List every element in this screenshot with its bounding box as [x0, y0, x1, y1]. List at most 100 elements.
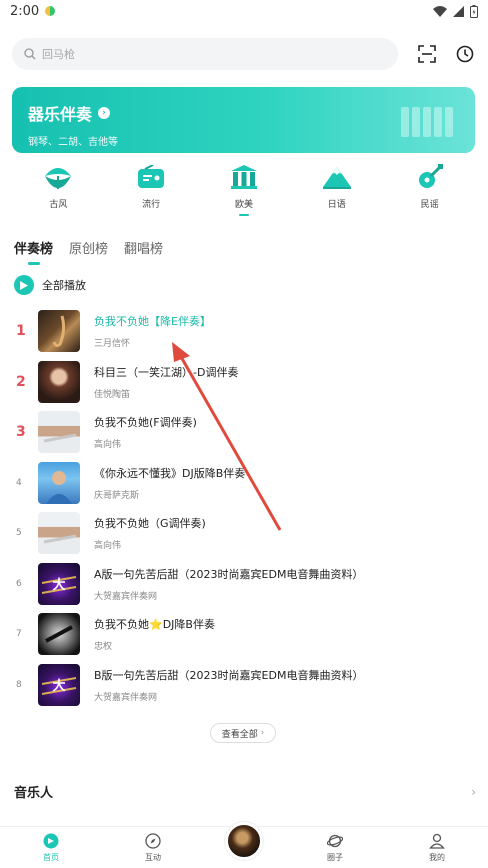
- instrument-banner[interactable]: 器乐伴奏 › 钢琴、二胡、吉他等: [12, 87, 475, 153]
- song-title: 《你永远不懂我》DJ版降B伴奏: [94, 466, 246, 480]
- search-icon: [24, 48, 36, 60]
- category-label: 日语: [327, 200, 346, 210]
- tab-yuanchuang[interactable]: 原创榜: [69, 238, 108, 265]
- song-row[interactable]: 5 负我不负她（G调伴奏) 高向伟: [0, 508, 488, 559]
- building-icon: [229, 163, 259, 191]
- song-cover-image: 大: [38, 562, 80, 605]
- section-title: 音乐人: [14, 786, 54, 801]
- song-row[interactable]: 7 负我不负她⭐DJ降B伴奏 忠权: [0, 609, 488, 660]
- mountain-icon: [322, 163, 352, 191]
- song-rank: 7: [16, 629, 22, 640]
- song-row[interactable]: 8 大 B版一句先苦后甜（2023时尚嘉宾EDM电音舞曲资料） 大贺嘉宾伴奏网: [0, 660, 488, 711]
- search-row: [12, 38, 478, 70]
- nav-label: 互动: [145, 852, 161, 862]
- nav-label: 首页: [43, 852, 59, 862]
- song-artist: 大贺嘉宾伴奏网: [94, 591, 158, 602]
- bottom-nav: 首页 互动 圈子 我的: [0, 821, 488, 868]
- radio-icon: [136, 163, 166, 191]
- nav-home[interactable]: 首页: [21, 833, 81, 863]
- song-row[interactable]: 2 科目三（一笑江湖）-D调伴奏 佳悦陶笛: [0, 357, 488, 408]
- song-info: 《你永远不懂我》DJ版降B伴奏 庆哥萨克斯: [94, 465, 245, 501]
- song-title: A版一句先苦后甜（2023时尚嘉宾EDM电音舞曲资料）: [94, 567, 364, 581]
- nav-label: 我的: [429, 852, 445, 862]
- song-info: A版一句先苦后甜（2023时尚嘉宾EDM电音舞曲资料） 大贺嘉宾伴奏网: [94, 566, 363, 602]
- category-item-riyu[interactable]: 日语: [302, 163, 372, 219]
- category-active-indicator: [238, 214, 249, 216]
- category-label: 欧美: [234, 200, 253, 210]
- song-list: 1 负我不负她【降E伴奏】 三月信怀 2 科目三（一笑江湖）-D调伴奏 佳悦陶笛…: [0, 306, 488, 710]
- banner-subtitle: 钢琴、二胡、吉他等: [28, 137, 118, 148]
- musicians-section-header[interactable]: 音乐人 ›: [14, 782, 476, 802]
- song-artist: 大贺嘉宾伴奏网: [94, 692, 158, 703]
- song-info: B版一句先苦后甜（2023时尚嘉宾EDM电音舞曲资料） 大贺嘉宾伴奏网: [94, 667, 363, 703]
- song-info: 负我不负她⭐DJ降B伴奏 忠权: [94, 616, 215, 652]
- compass-icon: [145, 832, 161, 849]
- song-artist: 高向伟: [94, 440, 122, 451]
- category-item-liuxing[interactable]: 流行: [116, 163, 186, 219]
- battery-icon: [470, 4, 478, 18]
- song-info: 负我不负她(F调伴奏) 高向伟: [94, 414, 197, 450]
- planet-icon: [327, 834, 343, 847]
- wifi-icon: [433, 5, 447, 17]
- category-item-oumei[interactable]: 欧美: [209, 163, 279, 219]
- play-all-label: 全部播放: [42, 279, 86, 292]
- banner-title: 器乐伴奏 ›: [28, 101, 459, 125]
- view-all-label: 查看全部: [221, 729, 258, 740]
- app-notification-icon: [45, 6, 56, 16]
- song-cover-image: [38, 461, 80, 504]
- song-artist: 三月信怀: [94, 339, 131, 350]
- song-artist: 忠权: [94, 642, 113, 653]
- song-title: 科目三（一笑江湖）-D调伴奏: [94, 365, 239, 379]
- play-icon: [14, 275, 34, 295]
- song-rank: 2: [16, 373, 26, 390]
- song-cover-image: [38, 411, 80, 454]
- view-all-button[interactable]: 查看全部 ›: [210, 723, 276, 743]
- status-time: 2:00: [10, 3, 40, 19]
- category-label: 古风: [49, 200, 68, 210]
- song-info: 负我不负她（G调伴奏) 高向伟: [94, 515, 206, 551]
- song-row[interactable]: 6 大 A版一句先苦后甜（2023时尚嘉宾EDM电音舞曲资料） 大贺嘉宾伴奏网: [0, 559, 488, 610]
- signal-icon: [453, 5, 464, 17]
- nav-interact[interactable]: 互动: [123, 832, 183, 863]
- category-item-gufeng[interactable]: 古风: [23, 163, 93, 219]
- song-artist: 高向伟: [94, 541, 122, 552]
- nav-circle[interactable]: 圈子: [305, 833, 365, 863]
- history-button[interactable]: [452, 41, 478, 67]
- song-rank: 4: [16, 477, 22, 488]
- song-rank: 1: [16, 323, 26, 340]
- svg-text:大: 大: [52, 577, 65, 593]
- song-row[interactable]: 3 负我不负她(F调伴奏) 高向伟: [0, 407, 488, 458]
- song-cover-image: [38, 360, 80, 403]
- song-cover-image: [38, 310, 80, 353]
- song-cover-image: 大: [38, 663, 80, 706]
- search-box[interactable]: [12, 38, 399, 70]
- scan-icon: [418, 45, 437, 63]
- now-playing-disc[interactable]: [225, 821, 263, 860]
- song-row[interactable]: 4 《你永远不懂我》DJ版降B伴奏 庆哥萨克斯: [0, 458, 488, 509]
- category-item-minyao[interactable]: 民谣: [395, 163, 465, 219]
- banner-title-text: 器乐伴奏: [28, 105, 93, 124]
- song-artist: 庆哥萨克斯: [94, 490, 140, 501]
- home-icon: [43, 833, 59, 848]
- search-input[interactable]: [42, 47, 362, 61]
- song-artist: 佳悦陶笛: [94, 389, 131, 400]
- song-row[interactable]: 1 负我不负她【降E伴奏】 三月信怀: [0, 306, 488, 357]
- nav-label: 圈子: [327, 852, 343, 862]
- play-all-button[interactable]: 全部播放: [14, 275, 86, 295]
- song-rank: 8: [16, 679, 22, 690]
- chevron-right-icon: ›: [471, 784, 476, 799]
- tab-fanchang[interactable]: 翻唱榜: [124, 238, 163, 265]
- nav-mine[interactable]: 我的: [407, 833, 467, 863]
- scan-button[interactable]: [414, 41, 440, 67]
- song-title: 负我不负她(F调伴奏): [94, 416, 197, 430]
- song-cover-image: [38, 512, 80, 555]
- piano-keys-decoration-icon: [401, 107, 453, 137]
- guitar-icon: [415, 163, 445, 191]
- user-icon: [429, 833, 445, 849]
- song-rank: 6: [16, 578, 22, 589]
- song-title: 负我不负她⭐DJ降B伴奏: [94, 618, 215, 632]
- status-left: 2:00: [10, 3, 56, 19]
- chart-tabs: 伴奏榜 原创榜 翻唱榜: [14, 238, 163, 265]
- tab-banzou[interactable]: 伴奏榜: [14, 238, 53, 265]
- song-title: 负我不负她（G调伴奏): [94, 517, 206, 531]
